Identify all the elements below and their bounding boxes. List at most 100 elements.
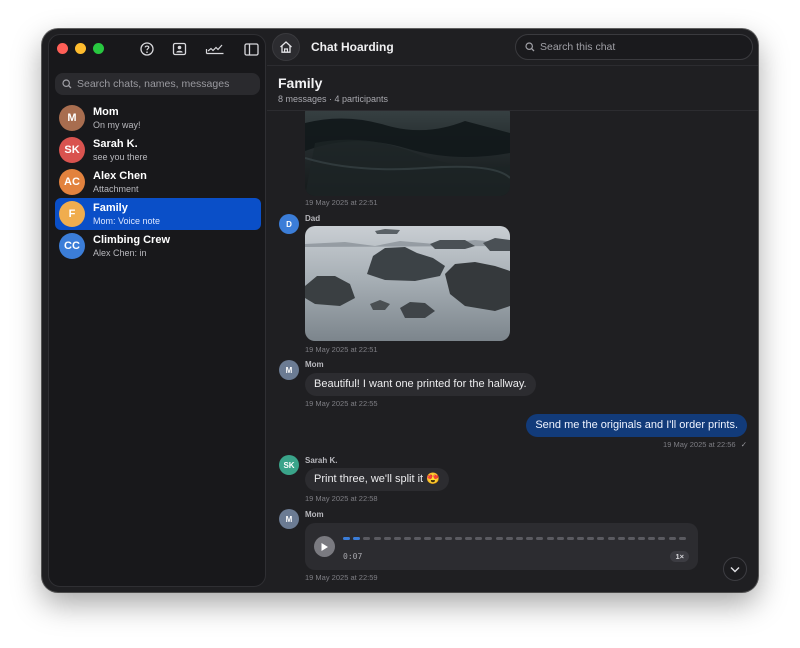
message-timestamp: 19 May 2025 at 22:55	[305, 399, 378, 408]
waveform-bar	[658, 537, 666, 540]
chat-name: Family	[93, 201, 128, 214]
conversation-subtitle: 8 messages · 4 participants	[278, 94, 389, 104]
waveform-bar	[678, 537, 686, 540]
signature-icon[interactable]	[204, 40, 226, 58]
waveform-bar	[434, 537, 442, 540]
message-sender: Mom	[305, 360, 324, 369]
search-icon	[525, 42, 535, 52]
waveform-bar	[526, 537, 534, 540]
image-attachment[interactable]	[305, 226, 510, 341]
chat-name: Alex Chen	[93, 169, 147, 182]
home-button[interactable]	[272, 33, 300, 61]
window-controls	[57, 43, 104, 54]
chat-item-mom[interactable]: M Mom On my way!	[55, 102, 261, 134]
chat-item-climbing-crew[interactable]: CC Climbing Crew Alex Chen: in	[55, 230, 261, 262]
minimize-window-button[interactable]	[75, 43, 86, 54]
contacts-icon[interactable]	[170, 40, 188, 58]
waveform-bar	[607, 537, 615, 540]
message-bubble: Beautiful! I want one printed for the ha…	[305, 373, 536, 396]
chat-name: Climbing Crew	[93, 233, 171, 246]
chat-search-input[interactable]	[540, 41, 740, 53]
app-title: Chat Hoarding	[311, 40, 394, 54]
conversation-header: Family 8 messages · 4 participants	[267, 65, 758, 111]
chat-item-family[interactable]: F Family Mom: Voice note	[55, 198, 261, 230]
message-sender: Sarah K.	[305, 456, 338, 465]
waveform-bar	[505, 537, 513, 540]
sidebar: M Mom On my way! SK Sarah K. see you the…	[48, 34, 266, 587]
conversation-title: Family	[278, 75, 323, 91]
message-sender: Dad	[305, 214, 321, 223]
play-icon	[321, 542, 328, 551]
close-window-button[interactable]	[57, 43, 68, 54]
waveform-bar	[475, 537, 483, 540]
waveform-bar	[404, 537, 412, 540]
chat-preview: see you there	[93, 151, 148, 162]
waveform-bar	[638, 537, 646, 540]
voice-note: 0:07 1×	[305, 523, 698, 570]
read-receipt-icon: ✓	[740, 440, 747, 449]
playback-speed-button[interactable]: 1×	[670, 551, 689, 562]
waveform-bar	[597, 537, 605, 540]
waveform-bar	[617, 537, 625, 540]
waveform-bar	[495, 537, 503, 540]
waveform-bar	[454, 537, 462, 540]
chat-preview: On my way!	[93, 119, 141, 130]
avatar: M	[279, 360, 299, 380]
app-window: M Mom On my way! SK Sarah K. see you the…	[42, 29, 758, 592]
waveform-bar	[373, 537, 381, 540]
waveform-bar	[485, 537, 493, 540]
outgoing-message-bubble: Send me the originals and I'll order pri…	[526, 414, 747, 437]
chat-item-sarah[interactable]: SK Sarah K. see you there	[55, 134, 261, 166]
sidebar-toggle-icon[interactable]	[242, 40, 260, 58]
voice-waveform[interactable]	[343, 537, 689, 541]
help-icon[interactable]	[138, 40, 156, 58]
waveform-bar	[648, 537, 656, 540]
maximize-window-button[interactable]	[93, 43, 104, 54]
waveform-bar	[627, 537, 635, 540]
chat-preview: Alex Chen: in	[93, 247, 147, 258]
waveform-bar	[444, 537, 452, 540]
avatar: AC	[59, 169, 85, 195]
chat-item-alex-chen[interactable]: AC Alex Chen Attachment	[55, 166, 261, 198]
message-timestamp: 19 May 2025 at 22:56	[663, 440, 736, 449]
message-timestamp: 19 May 2025 at 22:51	[305, 345, 378, 354]
avatar: M	[59, 105, 85, 131]
chat-name: Mom	[93, 105, 119, 118]
sidebar-search	[55, 73, 260, 95]
message-timestamp: 19 May 2025 at 22:59	[305, 573, 378, 582]
waveform-bar	[383, 537, 391, 540]
waveform-bar	[536, 537, 544, 540]
waveform-bar	[343, 537, 350, 540]
waveform-bar	[353, 537, 361, 540]
message-timestamp: 19 May 2025 at 22:51	[305, 198, 378, 207]
waveform-bar	[546, 537, 554, 540]
waveform-bar	[577, 537, 585, 540]
waveform-bar	[393, 537, 401, 540]
waveform-bar	[566, 537, 574, 540]
avatar: SK	[59, 137, 85, 163]
avatar: CC	[59, 233, 85, 259]
search-icon	[62, 79, 72, 89]
message-meta: 19 May 2025 at 22:56 ✓	[663, 440, 747, 449]
sidebar-search-input[interactable]	[77, 78, 257, 90]
chat-preview: Mom: Voice note	[93, 215, 161, 226]
message-sender: Mom	[305, 510, 324, 519]
image-attachment[interactable]	[305, 111, 510, 196]
waveform-bar	[587, 537, 595, 540]
chat-preview: Attachment	[93, 183, 139, 194]
voice-duration: 0:07	[343, 552, 363, 561]
message-list: 19 May 2025 at 22:51 D Dad 19 May 2025 a…	[267, 111, 758, 592]
play-button[interactable]	[314, 536, 335, 557]
avatar: F	[59, 201, 85, 227]
home-icon	[280, 41, 292, 53]
chat-search	[515, 34, 753, 60]
scroll-to-bottom-button[interactable]	[723, 557, 747, 581]
chat-list: M Mom On my way! SK Sarah K. see you the…	[55, 102, 261, 262]
avatar: M	[279, 509, 299, 529]
chevron-down-icon	[730, 566, 740, 572]
waveform-bar	[465, 537, 473, 540]
avatar: SK	[279, 455, 299, 475]
chat-name: Sarah K.	[93, 137, 138, 150]
top-bar: Chat Hoarding	[267, 29, 758, 65]
waveform-bar	[424, 537, 432, 540]
